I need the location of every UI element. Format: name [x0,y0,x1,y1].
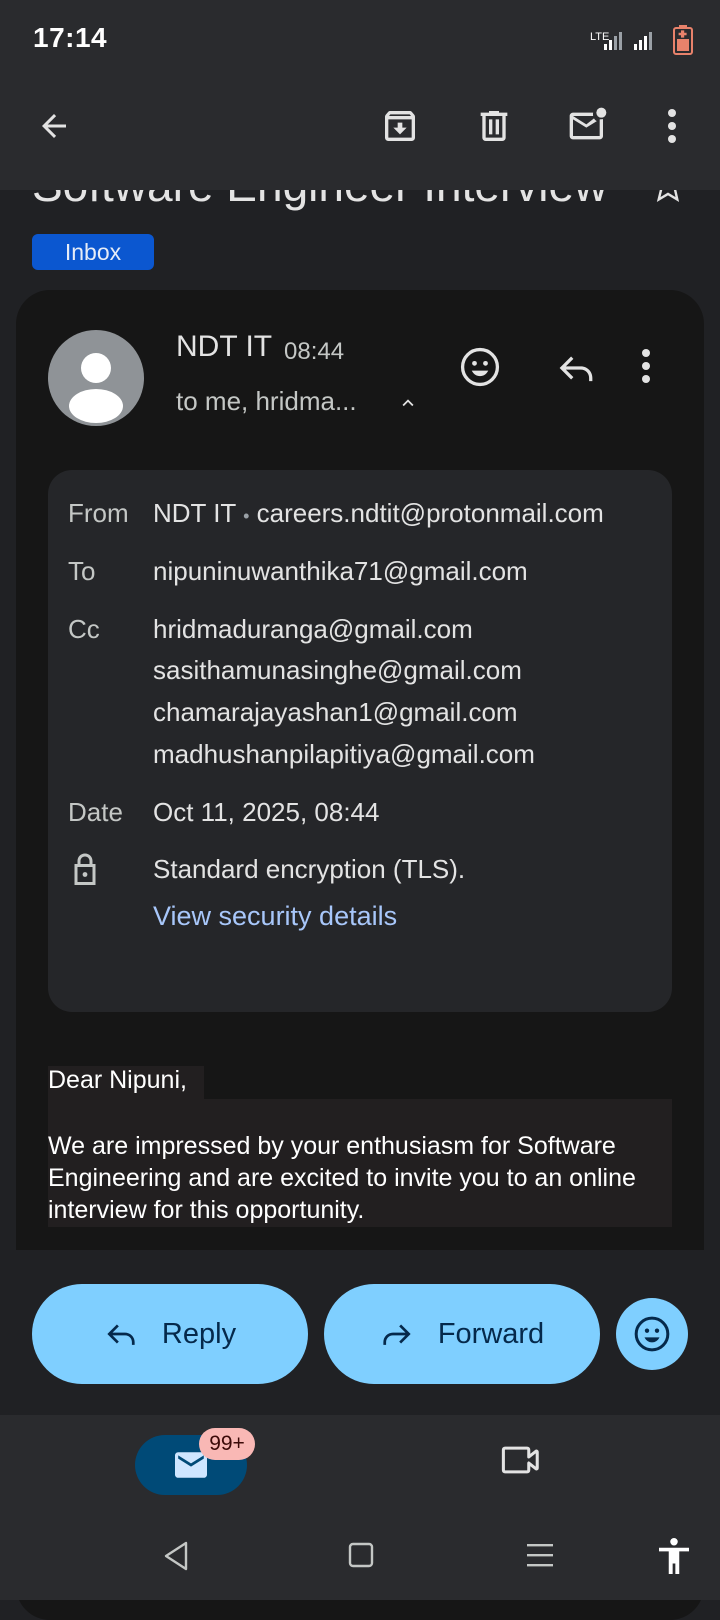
unread-count-badge: 99+ [199,1428,255,1460]
status-time: 17:14 [33,22,108,53]
mark-unread-icon [569,107,607,140]
to-label: To [68,556,96,586]
forward-button-label: Forward [437,1317,545,1350]
react-emoji-button[interactable] [616,1298,688,1370]
date-value: Oct 11, 2025, 08:44 [153,797,380,827]
accessibility-icon [659,1538,689,1574]
chevron-up-icon [402,399,414,407]
signal-icon: LTE [590,28,670,57]
cc-email[interactable]: sasithamunasinghe@gmail.com [153,655,522,686]
avatar[interactable] [48,330,144,426]
to-email[interactable]: nipuninuwanthika71@gmail.com [153,556,528,587]
delete-icon [480,111,508,141]
video-camera-icon [501,1446,539,1474]
collapse-details-button[interactable] [395,392,421,419]
from-name: NDT IT [153,498,236,528]
from-value: NDT IT • careers.ndtit@protonmail.com [153,498,604,529]
cc-email[interactable]: chamarajayashan1@gmail.com [153,697,518,728]
back-button-overlay[interactable] [26,98,82,154]
back-arrow-icon [42,114,66,138]
mark-unread-button-overlay[interactable] [560,98,616,154]
archive-icon [385,111,415,141]
emoji-icon [634,1316,670,1352]
encryption-text: Standard encryption (TLS). [153,854,466,884]
cc-label: Cc [68,614,100,644]
square-home-icon [348,1542,374,1568]
person-icon [69,353,123,423]
inbox-label-chip[interactable]: Inbox [32,234,154,270]
emoji-icon [460,347,500,387]
cc-email[interactable]: madhushanpilapitiya@gmail.com [153,739,535,770]
reply-icon [107,1324,135,1345]
battery-icon [673,25,693,60]
system-back-button[interactable] [162,1540,190,1577]
system-home-button[interactable] [348,1542,374,1573]
reply-icon-button[interactable] [556,350,596,391]
body-greeting: Dear Nipuni, [48,1066,187,1094]
more-vert-icon [668,109,676,143]
reply-button[interactable]: Reply [32,1284,308,1384]
meet-tab[interactable] [500,1443,544,1482]
menu-recents-icon [527,1544,553,1567]
message-time: 08:44 [284,338,345,365]
more-options-button-overlay[interactable] [648,98,696,154]
reply-icon [559,356,593,382]
forward-icon [383,1324,411,1345]
archive-button-overlay[interactable] [372,98,428,154]
message-more-button[interactable] [640,348,652,389]
recipients-summary[interactable]: to me, hridma... [176,386,357,417]
triangle-back-icon [164,1541,188,1571]
body-paragraph: We are impressed by your enthusiasm for … [48,1132,636,1224]
delete-button-overlay[interactable] [466,98,522,154]
system-recents-button[interactable] [527,1542,553,1573]
more-vert-icon [642,349,650,383]
from-email[interactable]: careers.ndtit@protonmail.com [257,498,604,528]
accessibility-button[interactable] [656,1536,692,1581]
sender-name: NDT IT [176,330,273,363]
lock-icon [70,852,100,893]
from-label: From [68,498,129,528]
network-type: LTE [590,31,609,43]
view-security-details-link[interactable]: View security details [153,901,397,932]
reply-button-label: Reply [161,1317,237,1350]
forward-button[interactable]: Forward [324,1284,600,1384]
date-label: Date [68,797,123,827]
add-reaction-button[interactable] [458,345,502,394]
cc-email[interactable]: hridmaduranga@gmail.com [153,614,473,645]
from-separator: • [243,506,250,526]
